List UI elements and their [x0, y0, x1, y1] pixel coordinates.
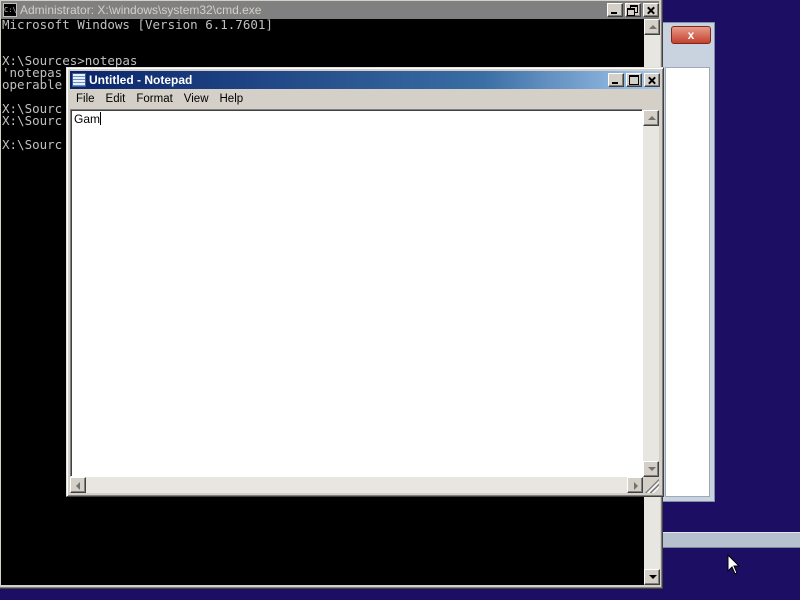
cmd-app-icon[interactable]: C:\ — [3, 3, 17, 17]
cmd-scroll-up-button[interactable] — [644, 19, 660, 35]
console-line: Microsoft Windows [Version 6.1.7601] — [2, 19, 273, 32]
arrow-down-icon — [649, 575, 657, 579]
notepad-minimize-button[interactable] — [608, 73, 624, 87]
background-dialog: x — [660, 22, 715, 502]
notepad-text-area[interactable]: Gam — [70, 109, 643, 477]
cmd-scroll-down-button[interactable] — [644, 569, 660, 585]
notepad-title: Untitled - Notepad — [89, 73, 193, 87]
cmd-minimize-button[interactable] — [607, 3, 623, 17]
notepad-maximize-button[interactable] — [626, 73, 642, 87]
mouse-pointer-icon — [727, 554, 741, 575]
menu-file[interactable]: File — [70, 90, 100, 108]
menu-format[interactable]: Format — [130, 90, 177, 108]
arrow-left-icon — [76, 482, 80, 490]
notepad-menubar: File Edit Format View Help — [70, 90, 660, 108]
notepad-text-content: Gam — [74, 112, 101, 126]
cmd-title: Administrator: X:\windows\system32\cmd.e… — [20, 3, 262, 17]
background-dialog-footer-bar — [660, 532, 800, 548]
notepad-scroll-up-button[interactable] — [643, 110, 659, 126]
notepad-close-button[interactable] — [644, 73, 660, 87]
notepad-scroll-down-button[interactable] — [643, 461, 659, 477]
menu-view[interactable]: View — [178, 90, 214, 108]
cmd-close-button[interactable] — [643, 3, 659, 17]
cmd-restore-button[interactable] — [625, 3, 641, 17]
text-caret — [100, 112, 102, 125]
menu-edit[interactable]: Edit — [100, 90, 131, 108]
arrow-down-icon — [648, 467, 656, 471]
notepad-scroll-right-button[interactable] — [627, 477, 643, 493]
console-line: X:\Sources>notepas — [2, 53, 138, 68]
cmd-titlebar[interactable]: C:\ Administrator: X:\windows\system32\c… — [1, 1, 659, 19]
notepad-titlebar[interactable]: Untitled - Notepad — [70, 71, 660, 89]
arrow-up-icon — [648, 116, 656, 120]
notepad-window: Untitled - Notepad File Edit Format View… — [66, 67, 664, 497]
notepad-vertical-scrollbar[interactable] — [643, 110, 659, 477]
menu-help[interactable]: Help — [214, 90, 249, 108]
notepad-scroll-left-button[interactable] — [70, 477, 86, 493]
background-dialog-body — [665, 67, 710, 497]
notepad-app-icon[interactable] — [72, 73, 86, 87]
background-dialog-close-button[interactable]: x — [671, 26, 711, 44]
notepad-horizontal-scrollbar[interactable] — [70, 477, 643, 493]
arrow-up-icon — [649, 25, 657, 29]
resize-grip-icon[interactable] — [643, 477, 659, 493]
arrow-right-icon — [634, 482, 638, 490]
